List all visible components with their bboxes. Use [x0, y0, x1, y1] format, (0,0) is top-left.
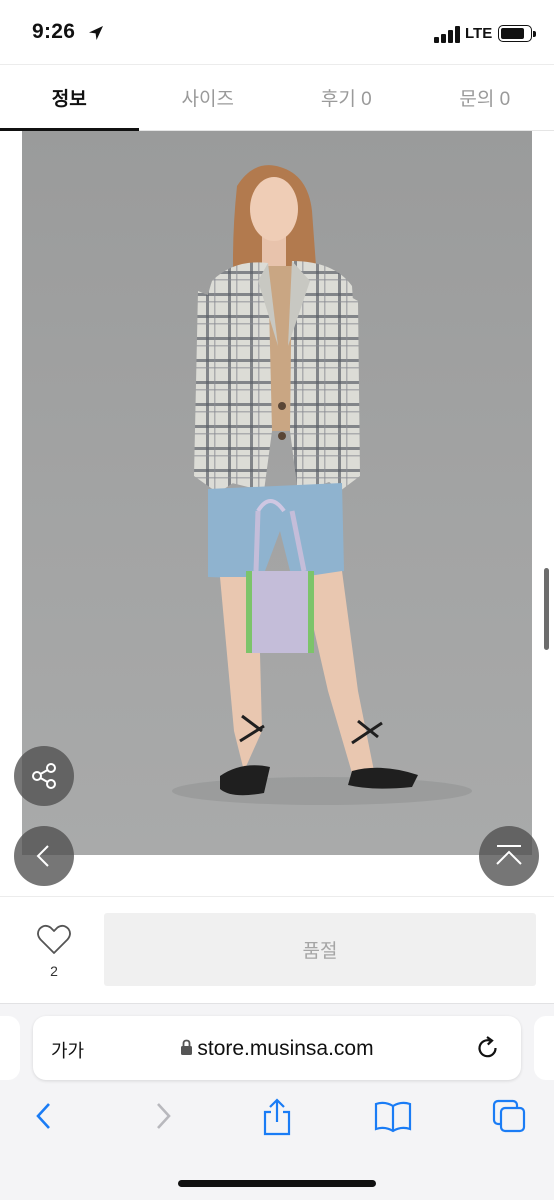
model-illustration — [172, 165, 472, 805]
location-arrow-icon — [89, 26, 103, 40]
status-bar: 9:26 LTE — [0, 0, 554, 64]
address-bar[interactable]: 가가 store.musinsa.com — [33, 1016, 521, 1080]
reload-icon[interactable] — [475, 1035, 501, 1061]
share-sheet-icon[interactable] — [259, 1098, 295, 1136]
next-tab-peek[interactable] — [534, 1016, 554, 1080]
network-type: LTE — [465, 25, 493, 42]
signal-icon — [434, 25, 460, 43]
lock-icon — [181, 1039, 193, 1055]
tab-inquiries[interactable]: 문의 0 — [416, 65, 554, 130]
divider — [0, 896, 554, 897]
forward-icon[interactable] — [150, 1098, 176, 1134]
share-icon — [32, 763, 56, 789]
tabs-icon[interactable] — [491, 1098, 527, 1134]
status-time: 9:26 — [32, 20, 76, 43]
tab-reviews[interactable]: 후기 0 — [277, 65, 416, 130]
share-button[interactable] — [14, 746, 74, 806]
home-indicator[interactable] — [178, 1180, 376, 1187]
sold-out-button[interactable]: 품절 — [104, 913, 536, 986]
back-icon[interactable] — [31, 1098, 57, 1134]
prev-button[interactable] — [14, 826, 74, 886]
tab-size[interactable]: 사이즈 — [139, 65, 278, 130]
scroll-to-top-icon — [496, 845, 522, 865]
product-photo — [22, 131, 532, 855]
battery-icon — [498, 25, 532, 42]
like-count: 2 — [50, 963, 58, 979]
product-tabs: 정보 사이즈 후기 0 문의 0 — [0, 64, 554, 131]
tab-info[interactable]: 정보 — [0, 65, 139, 131]
battery-nub — [533, 31, 536, 37]
chevron-left-icon — [36, 845, 49, 867]
url-display[interactable]: store.musinsa.com — [33, 1037, 521, 1061]
scroll-indicator[interactable] — [544, 568, 549, 650]
bookmarks-icon[interactable] — [373, 1098, 413, 1134]
previous-tab-peek[interactable] — [0, 1016, 20, 1080]
heart-icon[interactable] — [36, 924, 72, 956]
scroll-to-top-button[interactable] — [479, 826, 539, 886]
url-text: store.musinsa.com — [197, 1037, 374, 1060]
